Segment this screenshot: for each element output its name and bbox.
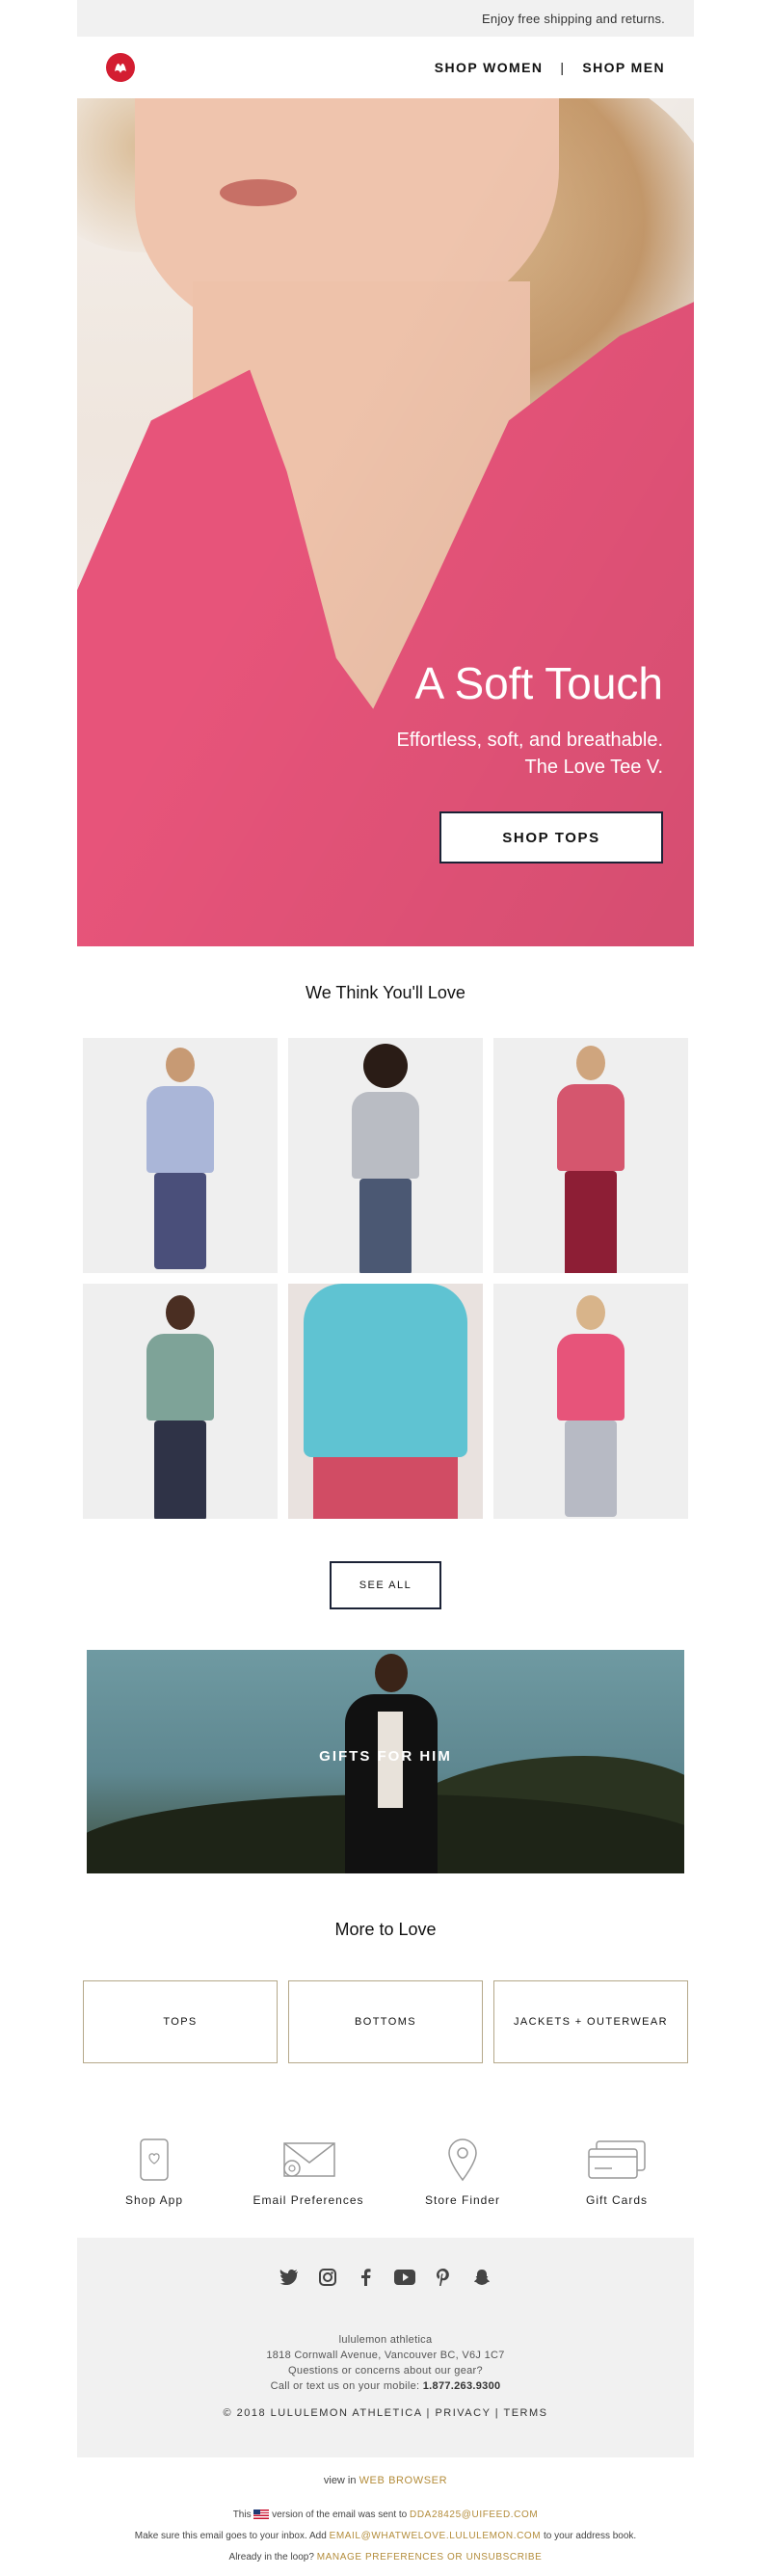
store-finder-link[interactable]: Store Finder [390, 2138, 535, 2207]
version-text: version of the email was sent to [272, 2510, 408, 2520]
product-grid [83, 1038, 688, 1519]
loop-text: Already in the loop? [228, 2552, 314, 2563]
copyright-text: © 2018 LULULEMON ATHLETICA [223, 2407, 422, 2419]
nav-separator: | [560, 60, 566, 75]
instagram-icon[interactable] [317, 2267, 338, 2288]
see-all-button[interactable]: SEE ALL [330, 1561, 441, 1609]
envelope-gear-icon [283, 2142, 335, 2177]
twitter-icon[interactable] [279, 2267, 300, 2288]
shop-tops-button[interactable]: SHOP TOPS [439, 811, 663, 863]
company-name: lululemon athletica [338, 2334, 433, 2346]
this-text: This [232, 2510, 252, 2520]
gift-cards-label: Gift Cards [585, 2193, 648, 2207]
shop-men-link[interactable]: SHOP MEN [582, 60, 665, 75]
shop-app-label: Shop App [124, 2193, 184, 2207]
youtube-icon[interactable] [394, 2267, 415, 2288]
product-image [146, 1295, 214, 1519]
gift-card-icon [588, 2140, 646, 2179]
recommend-heading: We Think You'll Love [306, 983, 465, 1002]
map-pin-icon [448, 2138, 477, 2182]
company-address: lululemon athletica 1818 Cornwall Avenue… [77, 2332, 694, 2394]
facebook-icon[interactable] [356, 2267, 377, 2288]
sender-email-link[interactable]: EMAIL@WHATWELOVE.LULULEMON.COM [330, 2531, 542, 2541]
email-preferences-link[interactable]: Email Preferences [236, 2138, 381, 2207]
utility-links: Shop App Email Preferences Store Finder … [77, 2138, 694, 2207]
inbox-text: Make sure this email goes to your inbox.… [134, 2531, 327, 2541]
hero-subtitle: Effortless, soft, and breathable. The Lo… [397, 727, 663, 781]
product-tile[interactable] [493, 1038, 688, 1273]
category-jackets-button[interactable]: JACKETS + OUTERWEAR [493, 1980, 688, 2063]
web-browser-link[interactable]: WEB BROWSER [359, 2475, 448, 2486]
legal-links: © 2018 LULULEMON ATHLETICA | PRIVACY | T… [223, 2407, 548, 2419]
shipping-text: Enjoy free shipping and returns. [482, 12, 665, 26]
questions-text: Questions or concerns about our gear? [288, 2365, 483, 2377]
hero-subtitle-line1: Effortless, soft, and breathable. [396, 730, 663, 751]
more-heading: More to Love [334, 1920, 437, 1939]
product-tile[interactable] [288, 1038, 483, 1273]
inbox-line: Make sure this email goes to your inbox.… [77, 2531, 694, 2541]
product-tile[interactable] [83, 1038, 278, 1273]
hero-title: A Soft Touch [414, 658, 663, 708]
category-bottoms-button[interactable]: BOTTOMS [288, 1980, 483, 2063]
pinterest-icon[interactable] [433, 2267, 454, 2288]
nav-links: SHOP WOMEN | SHOP MEN [435, 60, 665, 75]
product-image [304, 1284, 467, 1519]
call-prefix: Call or text us on your mobile: [270, 2380, 420, 2392]
recipient-email-link[interactable]: DDA28425@UIFEED.COM [410, 2510, 538, 2520]
terms-link[interactable]: TERMS [504, 2407, 548, 2419]
product-tile[interactable] [288, 1284, 483, 1519]
snapchat-icon[interactable] [471, 2267, 492, 2288]
gift-cards-link[interactable]: Gift Cards [545, 2138, 689, 2207]
street-address: 1818 Cornwall Avenue, Vancouver BC, V6J … [266, 2350, 505, 2361]
addressbook-text: to your address book. [544, 2531, 637, 2541]
phone-number[interactable]: 1.877.263.9300 [423, 2380, 501, 2392]
shop-women-link[interactable]: SHOP WOMEN [435, 60, 544, 75]
lululemon-logo-icon[interactable] [106, 53, 135, 82]
shipping-banner: Enjoy free shipping and returns. [77, 0, 694, 37]
manage-preferences-link[interactable]: MANAGE PREFERENCES OR UNSUBSCRIBE [317, 2552, 543, 2563]
email-preferences-label: Email Preferences [253, 2193, 364, 2207]
product-image [352, 1044, 419, 1273]
header-nav: SHOP WOMEN | SHOP MEN [77, 37, 694, 98]
hero-subtitle-line2: The Love Tee V. [524, 757, 663, 778]
product-image [557, 1295, 625, 1517]
hero-banner[interactable]: A Soft Touch Effortless, soft, and breat… [77, 98, 694, 946]
product-image [557, 1046, 625, 1273]
product-tile[interactable] [83, 1284, 278, 1519]
category-links: TOPS BOTTOMS JACKETS + OUTERWEAR [83, 1980, 688, 2063]
phone-icon [140, 2138, 169, 2181]
gifts-for-him-banner[interactable]: GIFTS FOR HIM [87, 1650, 684, 1873]
phone-line: Call or text us on your mobile: 1.877.26… [77, 2378, 694, 2394]
category-tops-button[interactable]: TOPS [83, 1980, 278, 2063]
store-finder-label: Store Finder [424, 2193, 501, 2207]
view-in-text: view in [323, 2475, 357, 2486]
privacy-link[interactable]: PRIVACY [435, 2407, 491, 2419]
gifts-label: GIFTS FOR HIM [319, 1748, 452, 1765]
us-flag-icon [253, 2510, 270, 2520]
sent-to-line: This version of the email was sent to DD… [77, 2510, 694, 2520]
product-tile[interactable] [493, 1284, 688, 1519]
view-in-browser: view in WEB BROWSER [77, 2475, 694, 2486]
preferences-line: Already in the loop? MANAGE PREFERENCES … [77, 2552, 694, 2563]
shop-app-link[interactable]: Shop App [82, 2138, 226, 2207]
product-image [146, 1048, 214, 1269]
footer: lululemon athletica 1818 Cornwall Avenue… [77, 2238, 694, 2457]
social-links [77, 2238, 694, 2288]
